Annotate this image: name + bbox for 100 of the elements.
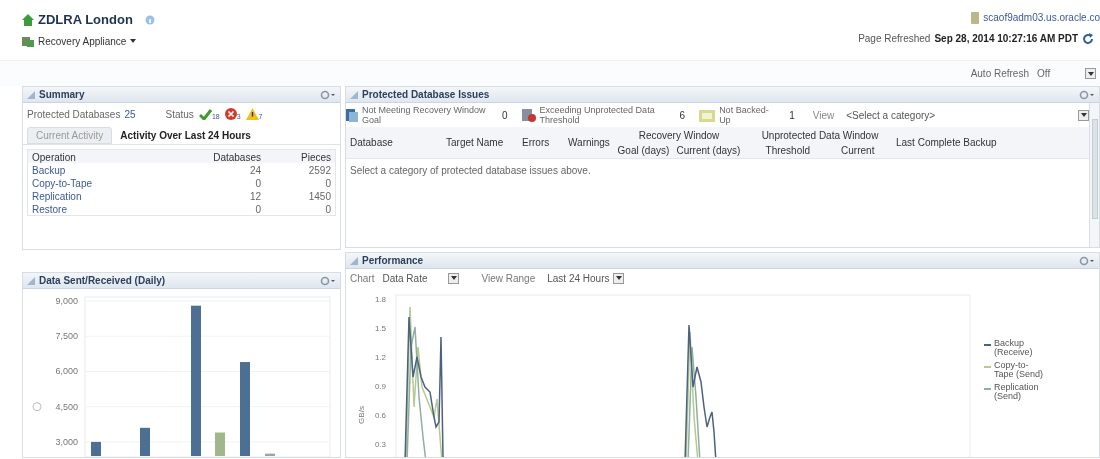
operation-link[interactable]: Copy-to-Tape xyxy=(32,176,93,191)
bar xyxy=(265,453,275,456)
table-cell-text: 2592 xyxy=(307,164,331,178)
column-header: Last Complete Backup xyxy=(896,136,998,150)
column-header: Goal (days) xyxy=(617,143,670,158)
caret-icon xyxy=(130,39,137,43)
column-header: Current xyxy=(841,143,875,158)
category-select[interactable]: <Select a category> xyxy=(846,107,1074,123)
corner-icon xyxy=(27,90,35,99)
database-icon xyxy=(521,108,536,122)
tick-label: 4,500 xyxy=(55,401,78,412)
table-cell-text: 1450 xyxy=(307,190,331,204)
legend-label: Backup (Receive) xyxy=(994,339,1034,357)
host-link[interactable]: scaof9adm03.us.oracle.co xyxy=(983,10,1100,25)
dropdown-button[interactable] xyxy=(1085,68,1096,79)
table-cell-text: 24 xyxy=(248,164,261,178)
target-menu[interactable]: Recovery Appliance xyxy=(22,33,155,49)
chart-label: Chart xyxy=(350,271,375,286)
tick-label: 3,000 xyxy=(55,436,78,447)
database-icon xyxy=(346,108,358,122)
panel-title: Performance xyxy=(362,254,424,268)
host-icon xyxy=(971,11,980,24)
gear-icon[interactable] xyxy=(1079,255,1095,266)
column-header: Errors xyxy=(522,136,551,150)
house-icon xyxy=(22,13,34,26)
category-count[interactable]: 6 xyxy=(679,107,686,123)
auto-refresh-value: Off xyxy=(1037,67,1052,81)
column-header: Unprotected Data Window xyxy=(761,128,879,143)
range-label: View Range xyxy=(481,271,536,286)
corner-icon xyxy=(350,90,358,99)
folder-icon xyxy=(699,108,716,122)
tick-label: 1.2 xyxy=(374,353,386,362)
refreshed-label: Page Refreshed xyxy=(858,32,931,46)
tick-label: 1.5 xyxy=(374,324,386,333)
category-count[interactable]: 1 xyxy=(789,107,795,123)
dropdown-button[interactable] xyxy=(1078,109,1089,121)
auto-refresh-label: Auto Refresh xyxy=(970,67,1029,81)
refresh-icon[interactable] xyxy=(1082,32,1094,45)
column-header: Warnings xyxy=(568,136,608,150)
bar xyxy=(140,427,150,456)
scrollbar[interactable] xyxy=(1089,103,1099,247)
column-header: Databases xyxy=(212,151,261,165)
tick-label: 9,000 xyxy=(55,296,78,306)
table-cell-text: 0 xyxy=(324,203,331,217)
gear-icon[interactable] xyxy=(320,275,336,286)
caret-icon xyxy=(1087,71,1094,76)
column-header: Operation xyxy=(32,151,77,165)
caret-icon xyxy=(615,276,622,280)
appliance-icon xyxy=(22,35,34,47)
empty-message: Select a category of protected database issues above. xyxy=(349,164,592,178)
operation-link[interactable]: Replication xyxy=(32,189,82,204)
view-label: View xyxy=(812,108,835,123)
table-cell-text: 0 xyxy=(254,203,261,217)
legend-label: Copy-to-Tape (Send) xyxy=(994,361,1045,379)
column-header: Threshold xyxy=(765,143,810,158)
category-label[interactable]: Not Meeting Recovery Window Goal xyxy=(362,105,492,125)
panel-title: Summary xyxy=(39,88,85,102)
panel-title: Protected Database Issues xyxy=(362,88,490,102)
bar xyxy=(215,432,225,456)
category-label[interactable]: Not Backed-Up xyxy=(719,105,780,125)
panel-title: Data Sent/Received (Daily) xyxy=(39,274,166,288)
corner-icon xyxy=(350,256,358,265)
operation-link[interactable]: Backup xyxy=(32,163,66,178)
bar xyxy=(91,441,101,456)
tick-label: 0.9 xyxy=(374,382,386,391)
range-select[interactable]: Last 24 Hours xyxy=(547,270,610,286)
axis-icon xyxy=(32,402,42,412)
category-label[interactable]: Exceeding Unprotected Data Threshold xyxy=(539,105,670,125)
category-count[interactable]: 0 xyxy=(502,107,508,123)
check-icon xyxy=(198,108,212,120)
page-title: ZDLRA London xyxy=(38,11,133,29)
dropdown-button[interactable] xyxy=(448,272,460,284)
protected-count[interactable]: 25 xyxy=(124,106,136,122)
gear-icon[interactable] xyxy=(1079,89,1095,100)
gear-icon[interactable] xyxy=(320,89,336,100)
column-header: Database xyxy=(350,136,394,150)
tick-label: 0.6 xyxy=(374,411,386,420)
column-header: Target Name xyxy=(446,136,505,150)
axis-title: GB/s xyxy=(357,406,366,424)
protected-label: Protected Databases xyxy=(27,107,121,122)
table-cell-text: 0 xyxy=(324,177,331,191)
column-header: Recovery Window xyxy=(638,128,720,143)
caret-icon xyxy=(1080,113,1087,117)
table-cell-text: 12 xyxy=(248,190,261,204)
tick-label: 1.8 xyxy=(374,295,386,304)
operation-link[interactable]: Restore xyxy=(32,202,67,217)
tick-label: 0.3 xyxy=(374,440,386,449)
caret-icon xyxy=(450,276,457,280)
error-icon xyxy=(224,108,237,120)
tick-label: 6,000 xyxy=(55,366,78,377)
refreshed-time: Sep 28, 2014 10:27:16 AM PDT xyxy=(934,32,1078,46)
tick-label: 7,500 xyxy=(55,331,78,342)
corner-icon xyxy=(27,276,35,285)
legend-label: Replication (Send) xyxy=(994,383,1040,401)
status-label: Status xyxy=(165,107,194,122)
info-icon[interactable] xyxy=(144,14,155,25)
column-header: Pieces xyxy=(300,151,331,165)
chart-select[interactable]: Data Rate xyxy=(382,270,445,286)
dropdown-button[interactable] xyxy=(613,272,625,284)
warning-icon xyxy=(245,108,259,120)
